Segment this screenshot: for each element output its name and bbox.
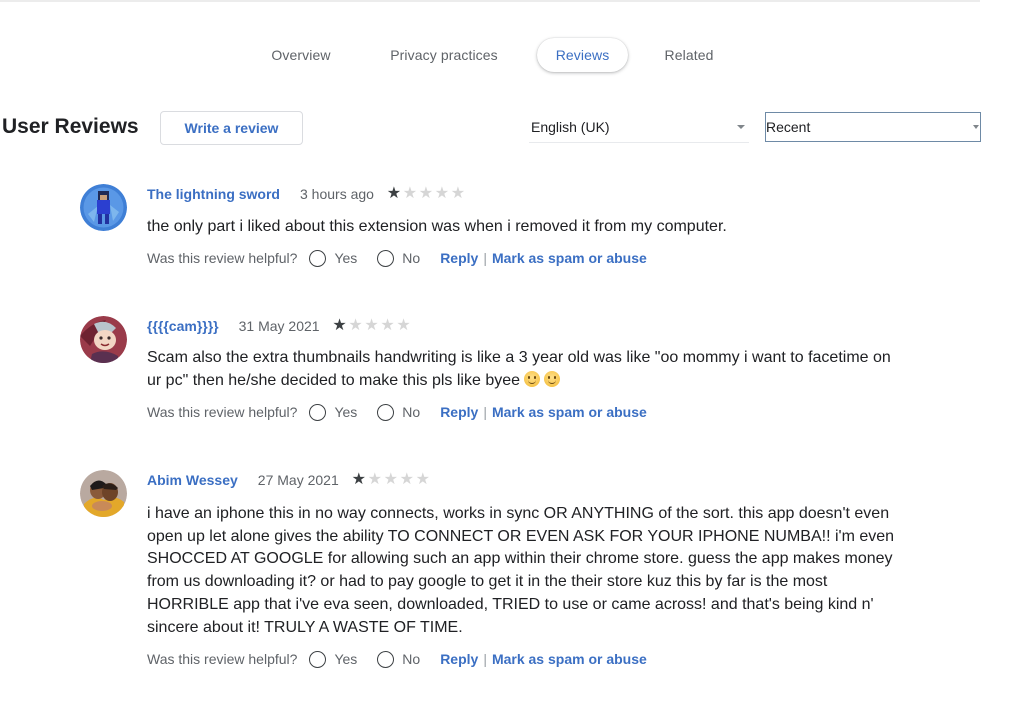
reply-link[interactable]: Reply bbox=[440, 250, 478, 266]
review-body: the only part i liked about this extensi… bbox=[147, 216, 907, 239]
radio-circle-icon bbox=[377, 249, 395, 267]
helpful-question: Was this review helpful? bbox=[147, 651, 298, 667]
star-empty-icon: ★ bbox=[348, 317, 363, 334]
link-separator: | bbox=[483, 404, 487, 420]
sort-select[interactable]: Recent bbox=[765, 112, 981, 142]
link-separator: | bbox=[483, 651, 487, 667]
tab-reviews[interactable]: Reviews bbox=[537, 38, 628, 72]
review-date: 27 May 2021 bbox=[257, 472, 339, 488]
dropdown-arrow-icon bbox=[973, 125, 979, 129]
link-separator: | bbox=[483, 250, 487, 266]
tab-privacy-practices[interactable]: Privacy practices bbox=[385, 38, 503, 72]
star-empty-icon: ★ bbox=[396, 317, 411, 334]
review-author[interactable]: {{{{cam}}}} bbox=[147, 318, 219, 334]
review-meta: {{{{cam}}}} 31 May 2021 ★ ★ ★ ★ ★ bbox=[147, 316, 412, 336]
avatar-blue-character-icon bbox=[80, 184, 127, 231]
report-spam-link[interactable]: Mark as spam or abuse bbox=[492, 404, 647, 420]
helpful-yes-radio[interactable]: Yes bbox=[309, 249, 358, 267]
star-rating: ★ ★ ★ ★ ★ bbox=[332, 318, 412, 334]
write-review-button[interactable]: Write a review bbox=[160, 111, 303, 145]
reply-link[interactable]: Reply bbox=[440, 651, 478, 667]
review-date: 3 hours ago bbox=[300, 186, 374, 202]
helpful-yes-radio[interactable]: Yes bbox=[309, 650, 358, 668]
review-author[interactable]: Abim Wessey bbox=[147, 472, 238, 488]
star-empty-icon: ★ bbox=[415, 471, 430, 488]
star-rating: ★ ★ ★ ★ ★ bbox=[351, 472, 431, 488]
radio-label: Yes bbox=[334, 651, 358, 667]
helpful-row: Was this review helpful? Yes No Reply | … bbox=[147, 649, 647, 669]
radio-circle-icon bbox=[309, 403, 327, 421]
slightly-smiling-face-emoji-icon bbox=[544, 370, 561, 387]
avatar[interactable] bbox=[80, 316, 127, 363]
review-author[interactable]: The lightning sword bbox=[147, 186, 280, 202]
radio-circle-icon bbox=[309, 249, 327, 267]
report-spam-link[interactable]: Mark as spam or abuse bbox=[492, 651, 647, 667]
radio-circle-icon bbox=[377, 403, 395, 421]
helpful-no-radio[interactable]: No bbox=[377, 650, 421, 668]
helpful-question: Was this review helpful? bbox=[147, 404, 298, 420]
review-date: 31 May 2021 bbox=[238, 318, 320, 334]
top-divider bbox=[0, 0, 980, 2]
review-text: i have an iphone this in no way connects… bbox=[147, 505, 895, 636]
star-empty-icon: ★ bbox=[450, 185, 466, 202]
review-meta: Abim Wessey 27 May 2021 ★ ★ ★ ★ ★ bbox=[147, 470, 431, 490]
slightly-smiling-face-emoji-icon bbox=[524, 370, 541, 387]
star-filled-icon: ★ bbox=[351, 471, 366, 488]
review-body: Scam also the extra thumbnails handwriti… bbox=[147, 347, 907, 392]
star-empty-icon: ★ bbox=[367, 471, 382, 488]
helpful-yes-radio[interactable]: Yes bbox=[309, 403, 358, 421]
radio-label: Yes bbox=[334, 250, 358, 266]
star-empty-icon: ★ bbox=[380, 317, 395, 334]
star-empty-icon: ★ bbox=[418, 185, 434, 202]
review-meta: The lightning sword 3 hours ago ★ ★ ★ ★ ★ bbox=[147, 184, 466, 204]
radio-label: Yes bbox=[334, 404, 358, 420]
star-empty-icon: ★ bbox=[399, 471, 414, 488]
star-filled-icon: ★ bbox=[386, 185, 402, 202]
reply-link[interactable]: Reply bbox=[440, 404, 478, 420]
tab-bar: Overview Privacy practices Reviews Relat… bbox=[0, 38, 1024, 74]
radio-circle-icon bbox=[309, 650, 327, 668]
language-select-value: English (UK) bbox=[531, 119, 610, 135]
review-body: i have an iphone this in no way connects… bbox=[147, 503, 907, 639]
helpful-question: Was this review helpful? bbox=[147, 250, 298, 266]
tab-overview[interactable]: Overview bbox=[268, 38, 334, 72]
page-title: User Reviews bbox=[2, 115, 139, 138]
review-text: Scam also the extra thumbnails handwriti… bbox=[147, 349, 891, 389]
report-spam-link[interactable]: Mark as spam or abuse bbox=[492, 250, 647, 266]
star-filled-icon: ★ bbox=[332, 317, 347, 334]
avatar[interactable] bbox=[80, 184, 127, 231]
helpful-row: Was this review helpful? Yes No Reply | … bbox=[147, 248, 647, 268]
star-empty-icon: ★ bbox=[383, 471, 398, 488]
tab-related[interactable]: Related bbox=[660, 38, 718, 72]
helpful-no-radio[interactable]: No bbox=[377, 403, 421, 421]
radio-circle-icon bbox=[377, 650, 395, 668]
radio-label: No bbox=[402, 250, 421, 266]
avatar-photo-icon bbox=[80, 470, 127, 517]
sort-select-value: Recent bbox=[766, 119, 811, 135]
language-select[interactable]: English (UK) bbox=[529, 113, 749, 143]
radio-label: No bbox=[402, 651, 421, 667]
avatar[interactable] bbox=[80, 470, 127, 517]
star-empty-icon: ★ bbox=[434, 185, 450, 202]
helpful-no-radio[interactable]: No bbox=[377, 249, 421, 267]
star-empty-icon: ★ bbox=[364, 317, 379, 334]
dropdown-arrow-icon bbox=[737, 125, 745, 129]
star-rating: ★ ★ ★ ★ ★ bbox=[386, 186, 466, 202]
helpful-row: Was this review helpful? Yes No Reply | … bbox=[147, 402, 647, 422]
review-text: the only part i liked about this extensi… bbox=[147, 218, 727, 235]
star-empty-icon: ★ bbox=[402, 185, 418, 202]
avatar-anime-character-icon bbox=[80, 316, 127, 363]
radio-label: No bbox=[402, 404, 421, 420]
